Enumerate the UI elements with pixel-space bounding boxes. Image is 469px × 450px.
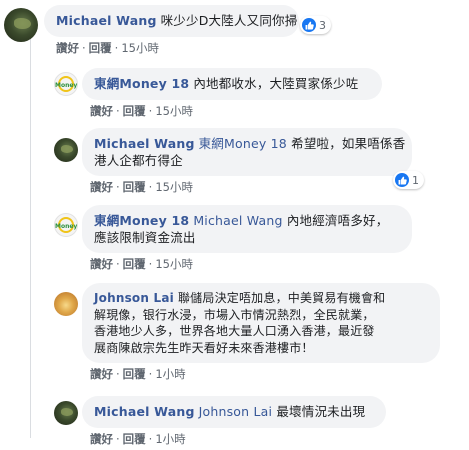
reply-button[interactable]: 回覆 bbox=[89, 41, 112, 55]
comment-author[interactable]: Johnson Lai bbox=[94, 291, 174, 305]
reaction-count[interactable]: 3 bbox=[300, 16, 331, 34]
like-button[interactable]: 讚好 bbox=[90, 257, 113, 271]
avatar-money18[interactable]: Money bbox=[54, 72, 78, 96]
comment-thread: Michael Wang 咪少少D大陸人又同你掃 3 讚好 · 回覆 · 15小時 Mon… bbox=[0, 0, 469, 450]
comment-author[interactable]: Michael Wang bbox=[94, 404, 195, 419]
separator: · bbox=[148, 432, 153, 446]
mention-tag[interactable]: Johnson Lai bbox=[199, 404, 273, 419]
timestamp[interactable]: 1小時 bbox=[155, 367, 185, 381]
like-button[interactable]: 讚好 bbox=[56, 41, 79, 55]
comment-actions: 讚好 · 回覆 · 15小時 bbox=[56, 40, 159, 56]
separator: · bbox=[148, 180, 153, 194]
avatar-michael-wang[interactable] bbox=[54, 401, 78, 425]
like-button[interactable]: 讚好 bbox=[90, 180, 113, 194]
comment-text: 咪少少D大陸人又同你掃 bbox=[160, 13, 298, 28]
like-button[interactable]: 讚好 bbox=[90, 104, 113, 118]
money18-logo-text: Money bbox=[55, 223, 78, 230]
comment-actions: 讚好 · 回覆 · 15小時 bbox=[90, 179, 193, 195]
comment-author[interactable]: Michael Wang bbox=[94, 136, 195, 151]
like-icon bbox=[302, 18, 316, 32]
comment-author[interactable]: 東網Money 18 bbox=[94, 213, 189, 228]
separator: · bbox=[148, 104, 153, 118]
separator: · bbox=[148, 257, 153, 271]
mention-tag[interactable]: Michael Wang bbox=[193, 213, 282, 228]
mention-tag[interactable]: 東網Money 18 bbox=[199, 136, 287, 151]
separator: · bbox=[116, 367, 120, 381]
avatar-johnson-lai[interactable] bbox=[54, 292, 78, 316]
comment-bubble: Johnson Lai 聯儲局決定唔加息，中美貿易有機會和 解現像，银行水浸，市場… bbox=[82, 283, 440, 363]
separator: · bbox=[116, 104, 120, 118]
timestamp[interactable]: 15小時 bbox=[155, 257, 193, 271]
like-icon bbox=[395, 173, 409, 187]
timestamp[interactable]: 1小時 bbox=[155, 432, 185, 446]
separator: · bbox=[116, 257, 120, 271]
comment-text: 內地都收水，大陸買家係少咗 bbox=[193, 76, 359, 91]
money18-logo-text: Money bbox=[55, 82, 78, 89]
comment-bubble: 東網Money 18 內地都收水，大陸買家係少咗 bbox=[82, 68, 382, 100]
comment-bubble: Michael Wang 東網Money 18 希望啦，如果唔係香 港人企都冇得企 bbox=[82, 128, 412, 176]
comment-text-line2: 應該限制資金流出 bbox=[94, 230, 196, 245]
like-button[interactable]: 讚好 bbox=[90, 432, 113, 446]
comment-actions: 讚好 · 回覆 · 15小時 bbox=[90, 103, 193, 119]
separator: · bbox=[114, 41, 119, 55]
reaction-number: 1 bbox=[412, 173, 419, 187]
comment-text-line4: 展商陳啟宗先生昨天看好未來香港樓市！ bbox=[94, 340, 314, 355]
comment-bubble: Michael Wang 咪少少D大陸人又同你掃 bbox=[44, 5, 299, 37]
comment-bubble: Michael Wang Johnson Lai 最壞情況未出現 bbox=[82, 396, 386, 428]
reply-button[interactable]: 回覆 bbox=[123, 180, 146, 194]
avatar-michael-wang[interactable] bbox=[4, 8, 38, 42]
reaction-number: 3 bbox=[319, 18, 326, 32]
separator: · bbox=[82, 41, 86, 55]
separator: · bbox=[148, 367, 153, 381]
comment-text: 希望啦，如果唔係香 bbox=[291, 136, 406, 151]
timestamp[interactable]: 15小時 bbox=[155, 180, 193, 194]
comment-text: 聯儲局決定唔加息，中美貿易有機會和 bbox=[177, 291, 386, 305]
like-button[interactable]: 讚好 bbox=[90, 367, 113, 381]
timestamp[interactable]: 15小時 bbox=[155, 104, 193, 118]
comment-actions: 讚好 · 回覆 · 15小時 bbox=[90, 256, 193, 272]
timestamp[interactable]: 15小時 bbox=[121, 41, 159, 55]
separator: · bbox=[116, 432, 120, 446]
comment-bubble: 東網Money 18 Michael Wang 內地經濟唔多好， 應該限制資金流出 bbox=[82, 205, 412, 253]
comment-actions: 讚好 · 回覆 · 1小時 bbox=[90, 431, 186, 447]
comment-author[interactable]: Michael Wang bbox=[56, 13, 157, 28]
reply-button[interactable]: 回覆 bbox=[123, 257, 146, 271]
reply-button[interactable]: 回覆 bbox=[123, 367, 146, 381]
separator: · bbox=[116, 180, 120, 194]
avatar-money18[interactable]: Money bbox=[54, 213, 78, 237]
comment-text-line2: 解現像，银行水浸，市場入市情況熱烈，全民就業， bbox=[94, 307, 375, 322]
reaction-count[interactable]: 1 bbox=[393, 171, 424, 189]
avatar-michael-wang[interactable] bbox=[54, 138, 78, 162]
comment-actions: 讚好 · 回覆 · 1小時 bbox=[90, 366, 186, 382]
reply-button[interactable]: 回覆 bbox=[123, 432, 146, 446]
comment-text-line2: 港人企都冇得企 bbox=[94, 153, 183, 168]
comment-author[interactable]: 東網Money 18 bbox=[94, 76, 189, 91]
reply-button[interactable]: 回覆 bbox=[123, 104, 146, 118]
comment-text: 最壞情況未出現 bbox=[276, 404, 366, 419]
reply-thread-line bbox=[30, 38, 31, 438]
comment-text: 內地經濟唔多好， bbox=[286, 213, 389, 228]
comment-text-line3: 香港地少人多，世界各地大量人口湧入香港，最近發 bbox=[94, 324, 375, 338]
